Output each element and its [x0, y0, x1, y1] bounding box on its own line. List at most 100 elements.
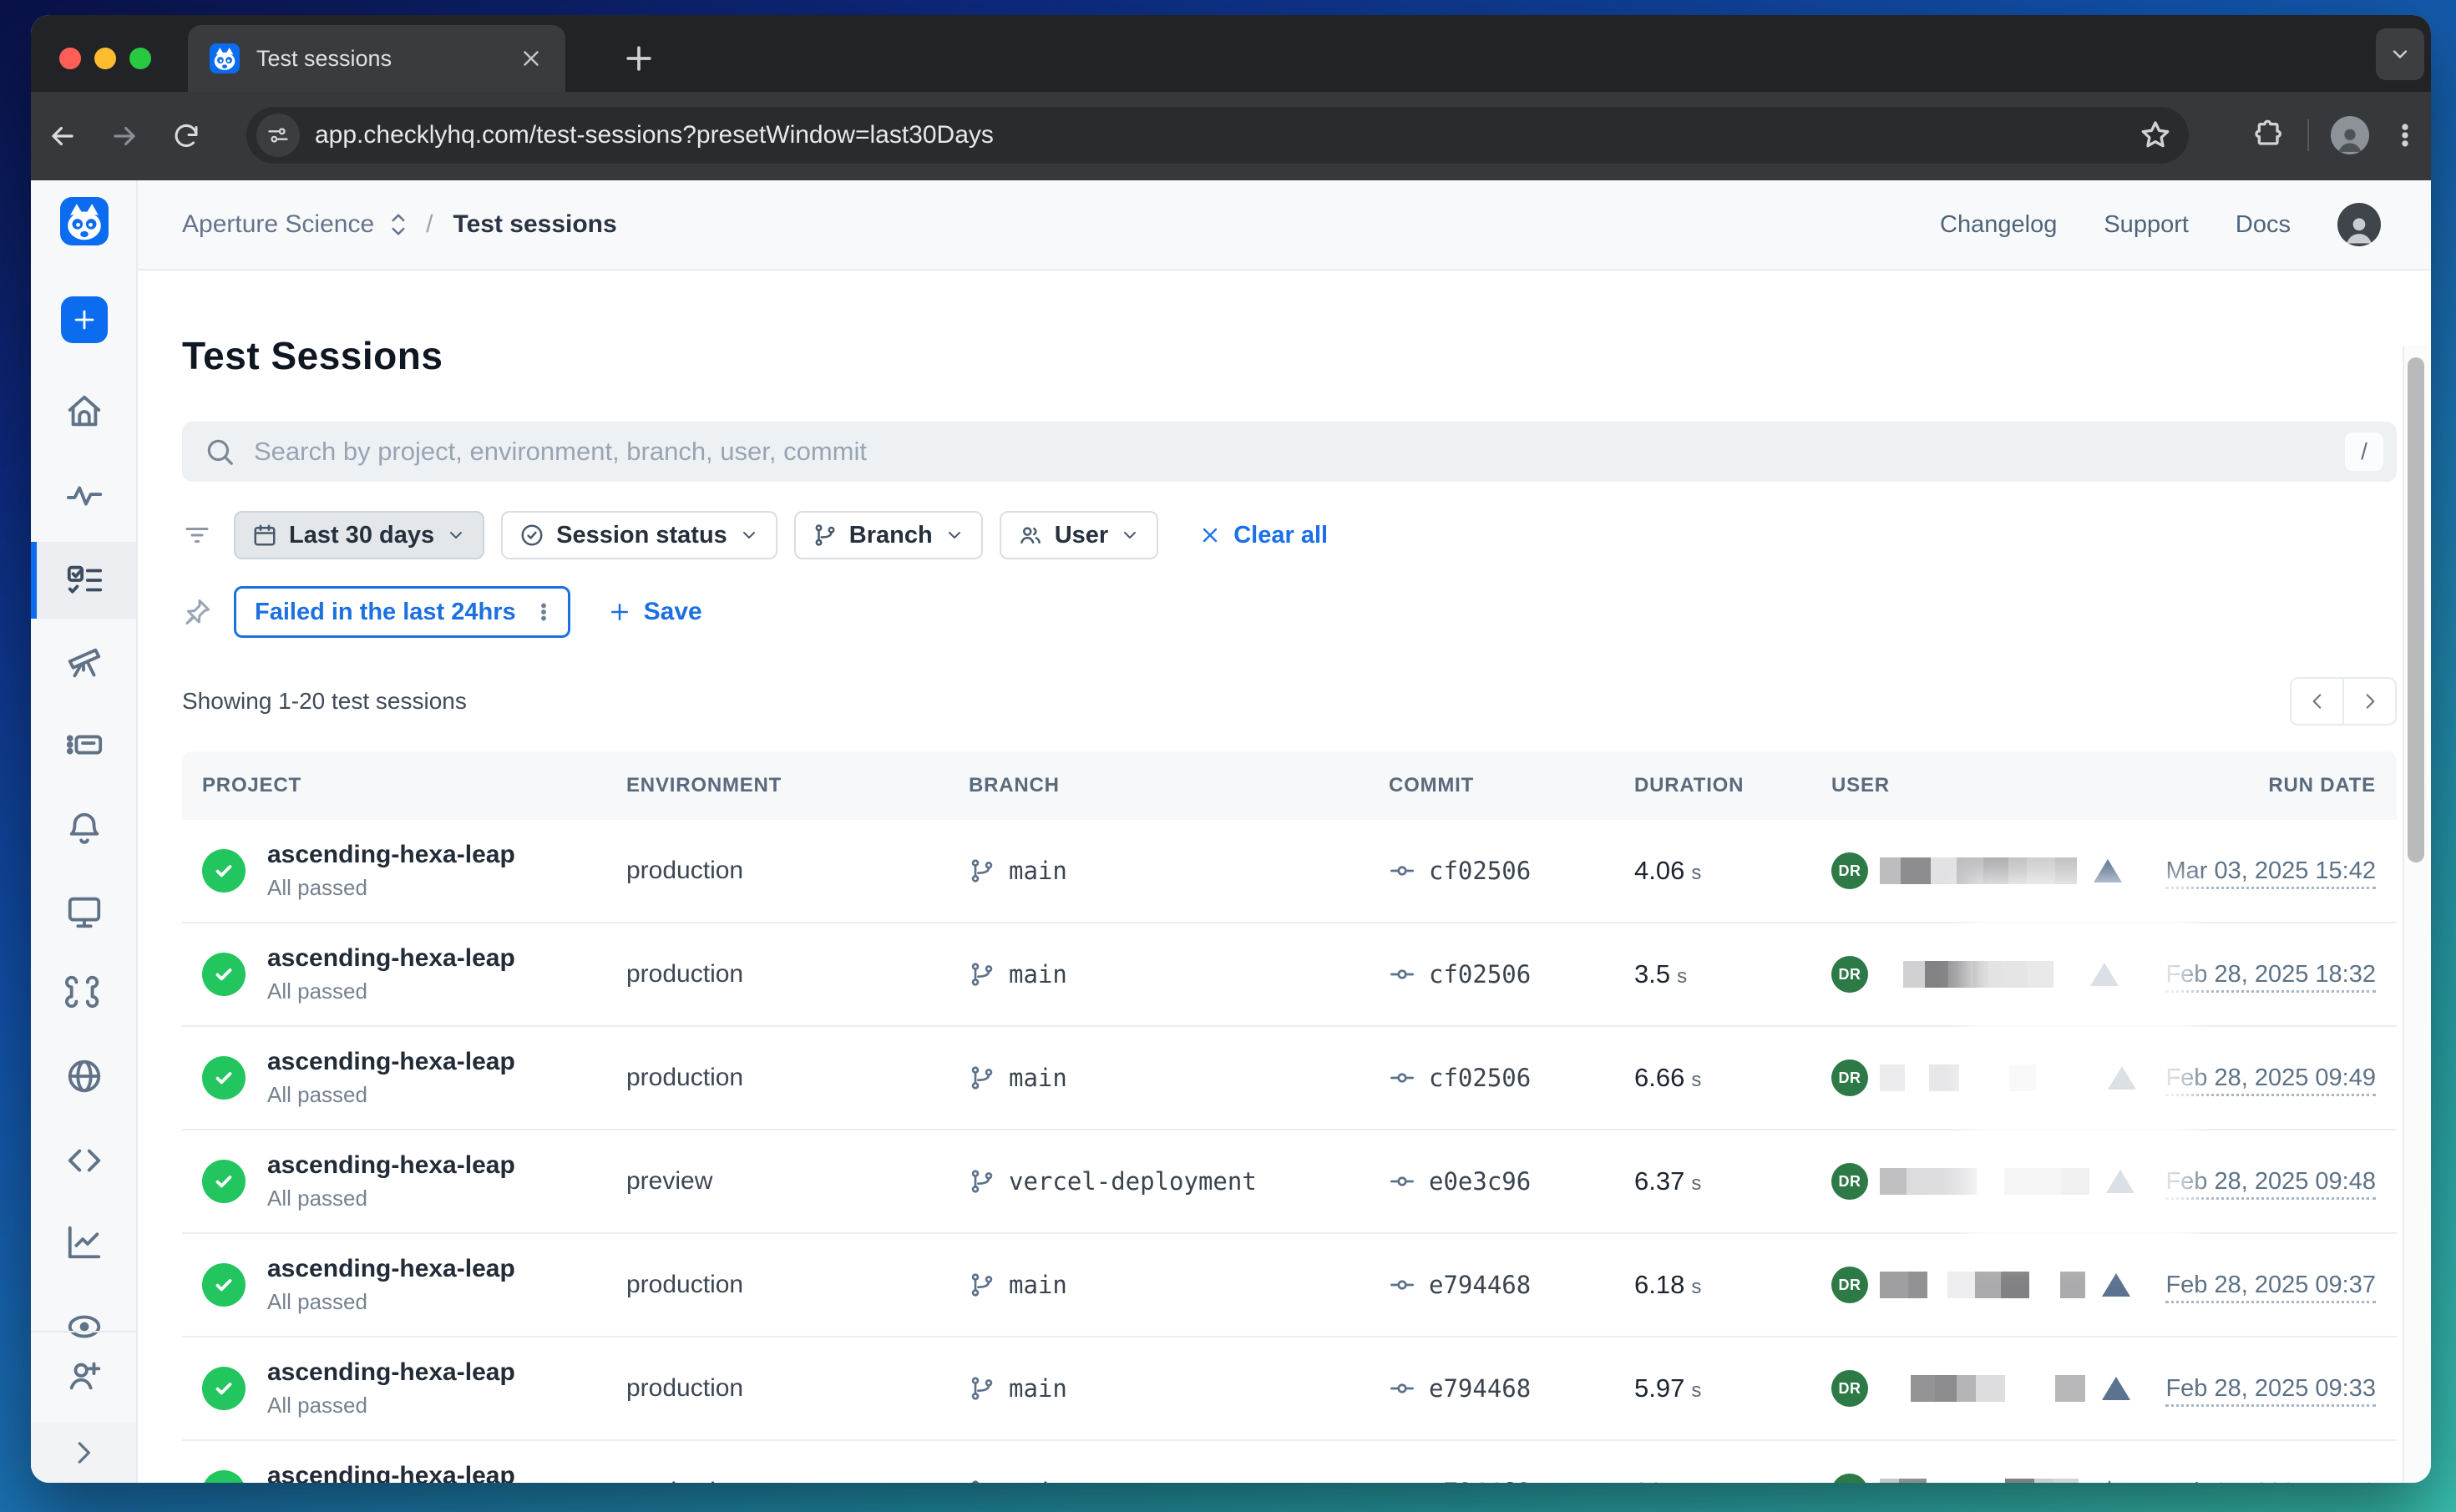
page-scrollbar-thumb[interactable]	[2408, 357, 2424, 862]
create-button[interactable]	[61, 296, 108, 343]
environment: production	[626, 1064, 969, 1092]
calendar-icon	[252, 523, 277, 548]
sidebar-item-runtimes[interactable]	[31, 706, 138, 783]
sidebar-collapse[interactable]	[31, 1423, 136, 1483]
table-row[interactable]: ascending-hexa-leap All passed productio…	[182, 923, 2397, 1027]
sidebar-item-analytics[interactable]	[31, 1204, 138, 1281]
status-passed-icon	[202, 1470, 246, 1483]
sidebar-item-monitoring[interactable]	[31, 458, 138, 534]
project-name: ascending-hexa-leap	[267, 1255, 515, 1284]
close-window-button[interactable]	[59, 48, 81, 69]
tab-search-button[interactable]	[2376, 28, 2424, 80]
sidebar-item-dashboards[interactable]	[31, 873, 138, 950]
zoom-window-button[interactable]	[129, 48, 151, 69]
bookmark-star-icon[interactable]	[2139, 119, 2172, 152]
sidebar-item-private-locations[interactable]	[31, 1038, 138, 1115]
x-icon	[1198, 523, 1222, 547]
search-bar[interactable]: Search by project, environment, branch, …	[182, 422, 2397, 482]
session-status: All passed	[267, 1393, 515, 1418]
check-circle-icon	[519, 523, 544, 548]
project-name: ascending-hexa-leap	[267, 1358, 515, 1388]
breadcrumb-separator: /	[426, 210, 433, 239]
sidebar-item-cli[interactable]	[31, 1122, 138, 1199]
back-button[interactable]	[44, 118, 81, 154]
tab-close-icon[interactable]	[519, 46, 544, 71]
saved-filter-chip[interactable]: Failed in the last 24hrs	[234, 586, 570, 638]
run-date-link[interactable]: Feb 28, 2025 18:32	[2165, 961, 2376, 993]
table-row[interactable]: ascending-hexa-leap All passed productio…	[182, 1027, 2397, 1130]
reload-button[interactable]	[168, 118, 205, 154]
run-date-link[interactable]: Feb 28, 2025 09:33	[2165, 1375, 2376, 1407]
run-date-cell: Feb 28, 2025 18:32	[2142, 961, 2397, 989]
table-row[interactable]: ascending-hexa-leap All passed productio…	[182, 1441, 2397, 1483]
page-scrollbar-track[interactable]	[2403, 346, 2428, 1483]
browser-menu-icon[interactable]	[2391, 121, 2419, 149]
extensions-icon[interactable]	[2252, 119, 2286, 152]
user-avatar[interactable]	[2337, 203, 2381, 246]
changelog-link[interactable]: Changelog	[1940, 211, 2057, 239]
filter-lines-icon[interactable]	[182, 520, 212, 550]
commit-hash: cf02506	[1429, 960, 1531, 989]
browser-tab[interactable]: Test sessions	[188, 25, 565, 92]
column-duration: DURATION	[1634, 774, 1831, 797]
table-row[interactable]: ascending-hexa-leap All passed preview v…	[182, 1130, 2397, 1234]
project-name: ascending-hexa-leap	[267, 841, 515, 870]
new-tab-button[interactable]	[620, 40, 657, 77]
page-title: Test Sessions	[182, 333, 443, 378]
minimize-window-button[interactable]	[94, 48, 116, 69]
save-filter-button[interactable]: Save	[607, 598, 702, 626]
filter-user[interactable]: User	[1000, 511, 1159, 559]
user-cell: DR	[1831, 1370, 2142, 1407]
duration: 4.06s	[1634, 856, 1831, 886]
site-settings-icon[interactable]	[256, 114, 300, 157]
sidebar-item-invite-user[interactable]	[31, 1337, 138, 1413]
tab-title: Test sessions	[256, 46, 519, 72]
run-date-link[interactable]: Mar 03, 2025 15:42	[2165, 857, 2376, 889]
status-passed-icon	[202, 953, 246, 996]
duration: 5.97s	[1634, 1373, 1831, 1403]
table-row[interactable]: ascending-hexa-leap All passed productio…	[182, 1234, 2397, 1338]
run-date-link[interactable]: Feb 25, 2025 14:50	[2165, 1479, 2376, 1484]
sidebar-item-home[interactable]	[31, 373, 138, 450]
duration: 6.66s	[1634, 1063, 1831, 1093]
commit-hash: e794468	[1429, 1271, 1531, 1299]
forward-button[interactable]	[106, 118, 143, 154]
chevron-up-down-icon[interactable]	[386, 210, 411, 239]
redacted-user-name	[1880, 1375, 2085, 1402]
support-link[interactable]: Support	[2104, 211, 2189, 239]
filter-session-status[interactable]: Session status	[501, 511, 777, 559]
sidebar-item-explore[interactable]	[31, 625, 138, 701]
user-avatar-initials: DR	[1831, 1370, 1868, 1407]
sidebar-item-maintenance[interactable]	[31, 953, 138, 1030]
filter-date-range[interactable]: Last 30 days	[234, 511, 484, 559]
previous-page-button[interactable]	[2290, 677, 2343, 726]
search-input[interactable]: Search by project, environment, branch, …	[254, 437, 2345, 467]
app-header: Aperture Science / Test sessions Changel…	[138, 180, 2431, 271]
sidebar-item-alerts[interactable]	[31, 791, 138, 867]
user-cell: DR	[1831, 1163, 2142, 1200]
browser-profile-avatar[interactable]	[2331, 116, 2369, 154]
table-row[interactable]: ascending-hexa-leap All passed productio…	[182, 820, 2397, 923]
address-bar[interactable]: app.checklyhq.com/test-sessions?presetWi…	[246, 107, 2189, 164]
run-date-link[interactable]: Feb 28, 2025 09:49	[2165, 1064, 2376, 1096]
status-passed-icon	[202, 1263, 246, 1307]
account-switcher[interactable]: Aperture Science	[182, 210, 374, 239]
clear-all-button[interactable]: Clear all	[1198, 522, 1328, 549]
sidebar-item-test-sessions[interactable]	[31, 542, 138, 619]
table-row[interactable]: ascending-hexa-leap All passed productio…	[182, 1338, 2397, 1441]
user-avatar-initials: DR	[1831, 956, 1868, 993]
run-date-link[interactable]: Feb 28, 2025 09:37	[2165, 1272, 2376, 1303]
commit-hash: cf02506	[1429, 857, 1531, 885]
results-count: Showing 1-20 test sessions	[182, 688, 467, 715]
redacted-user-name	[1880, 1168, 2089, 1195]
saved-filters-row: Failed in the last 24hrs Save	[182, 586, 702, 638]
table-header: PROJECT ENVIRONMENT BRANCH COMMIT DURATI…	[182, 751, 2397, 820]
run-date-link[interactable]: Feb 28, 2025 09:48	[2165, 1168, 2376, 1200]
filter-branch[interactable]: Branch	[794, 511, 983, 559]
kebab-menu-icon[interactable]	[533, 601, 554, 623]
docs-link[interactable]: Docs	[2236, 211, 2291, 239]
run-date-cell: Feb 25, 2025 14:50	[2142, 1479, 2397, 1484]
branch-name: vercel-deployment	[1009, 1167, 1257, 1196]
next-page-button[interactable]	[2343, 677, 2397, 726]
checkly-logo[interactable]	[60, 197, 109, 245]
